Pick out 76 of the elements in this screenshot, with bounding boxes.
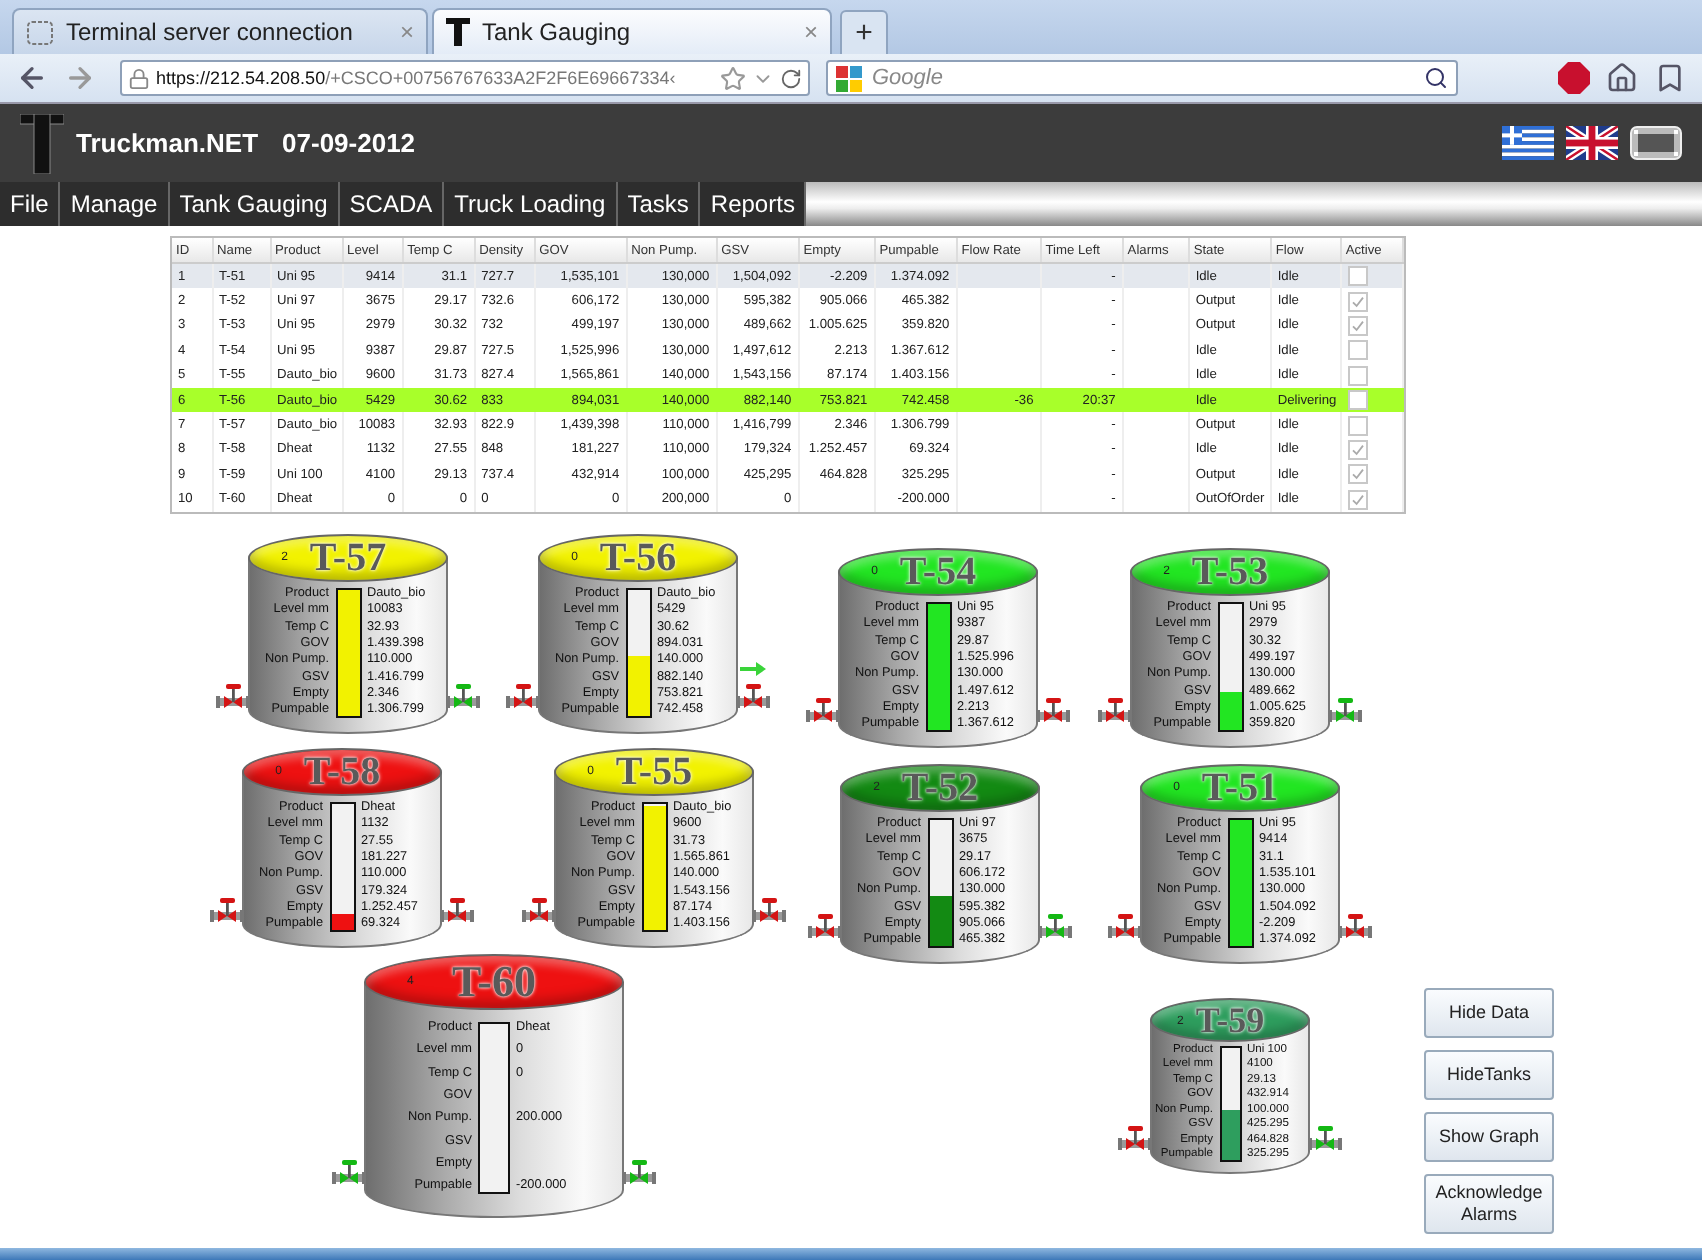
tank-name: T-56 <box>599 537 677 578</box>
tank-name: T-58 <box>303 751 381 792</box>
tank-name: T-54 <box>899 551 977 592</box>
valve-icon[interactable] <box>210 895 244 924</box>
home-icon[interactable] <box>1606 62 1638 94</box>
checkbox[interactable] <box>1347 315 1368 336</box>
menu-item[interactable]: Manage <box>60 182 170 226</box>
valve-icon[interactable] <box>1038 911 1072 940</box>
greek-flag-icon[interactable] <box>1502 126 1554 160</box>
action-button[interactable]: Show Graph <box>1424 1111 1554 1162</box>
menu-item[interactable]: Reports <box>700 182 807 226</box>
valve-icon[interactable] <box>1118 1124 1152 1153</box>
tab-title: Tank Gauging <box>482 18 633 46</box>
new-tab-button[interactable]: + <box>840 10 888 54</box>
tank-name: T-55 <box>615 751 693 792</box>
valve-icon[interactable] <box>736 681 770 710</box>
search-icon[interactable] <box>1424 66 1448 90</box>
tank-name: T-53 <box>1191 551 1269 592</box>
logo-icon <box>20 113 64 173</box>
checkbox[interactable] <box>1347 365 1368 386</box>
menu-item[interactable]: Truck Loading <box>444 182 618 226</box>
valve-icon[interactable] <box>1338 911 1372 940</box>
checkbox[interactable] <box>1347 489 1368 510</box>
checkbox[interactable] <box>1347 464 1368 485</box>
uk-flag-icon[interactable] <box>1566 126 1618 160</box>
valve-icon[interactable] <box>752 895 786 924</box>
lock-icon <box>128 67 150 89</box>
star-icon[interactable] <box>720 65 746 91</box>
search-input[interactable]: Google <box>872 66 1414 90</box>
tab-title: Terminal server connection <box>66 18 355 46</box>
app-date: 07-09-2012 <box>282 128 416 158</box>
screen-icon[interactable] <box>1630 126 1682 160</box>
valve-icon[interactable] <box>622 1158 656 1187</box>
valve-icon[interactable] <box>1098 695 1132 724</box>
app-title: Truckman.NET <box>76 128 259 158</box>
action-button[interactable]: HideTanks <box>1424 1049 1554 1100</box>
valve-icon[interactable] <box>440 895 474 924</box>
valve-icon[interactable] <box>1308 1124 1342 1153</box>
logo-icon <box>446 18 470 46</box>
valve-icon[interactable] <box>506 681 540 710</box>
valve-icon[interactable] <box>522 895 556 924</box>
search-engine-icon <box>836 65 862 91</box>
checkbox[interactable] <box>1347 415 1368 436</box>
address-field[interactable]: https://212.54.208.50/+CSCO+00756767633A2F2F6E69667334‹ <box>120 60 810 96</box>
valve-icon[interactable] <box>446 681 480 710</box>
valve-icon[interactable] <box>1036 695 1070 724</box>
valve-icon[interactable] <box>332 1158 366 1187</box>
tank-name: T-59 <box>1195 1001 1265 1038</box>
browser-tab[interactable]: Terminal server connection × <box>12 8 428 54</box>
back-icon[interactable] <box>16 62 48 94</box>
valve-icon[interactable] <box>806 695 840 724</box>
action-button[interactable]: Hide Data <box>1424 987 1554 1038</box>
checkbox[interactable] <box>1347 291 1368 312</box>
menu-item[interactable]: File <box>0 182 61 226</box>
tank-name: T-52 <box>901 767 979 808</box>
browser-tab[interactable]: Tank Gauging × <box>432 8 832 54</box>
checkbox[interactable] <box>1347 439 1368 460</box>
search-bar[interactable]: Google <box>826 60 1458 96</box>
tank-name: T-51 <box>1201 767 1279 808</box>
checkbox[interactable] <box>1347 266 1368 287</box>
tank-name: T-57 <box>309 537 387 578</box>
valve-icon[interactable] <box>1328 695 1362 724</box>
valve-icon[interactable] <box>216 681 250 710</box>
menu-item[interactable]: Tank Gauging <box>169 182 340 226</box>
bookmarks-icon[interactable] <box>1654 62 1686 94</box>
stop-sign-icon[interactable] <box>1558 62 1590 94</box>
menu-item[interactable]: SCADA <box>339 182 445 226</box>
action-button[interactable]: Acknowledge Alarms <box>1424 1173 1554 1235</box>
valve-icon[interactable] <box>808 911 842 940</box>
checkbox[interactable] <box>1347 340 1368 361</box>
checkbox[interactable] <box>1347 390 1368 411</box>
page-icon <box>26 19 54 45</box>
reload-icon[interactable] <box>780 67 802 89</box>
menu-item[interactable]: Tasks <box>617 182 701 226</box>
tank-name: T-60 <box>452 959 536 1004</box>
valve-icon[interactable] <box>1108 911 1142 940</box>
